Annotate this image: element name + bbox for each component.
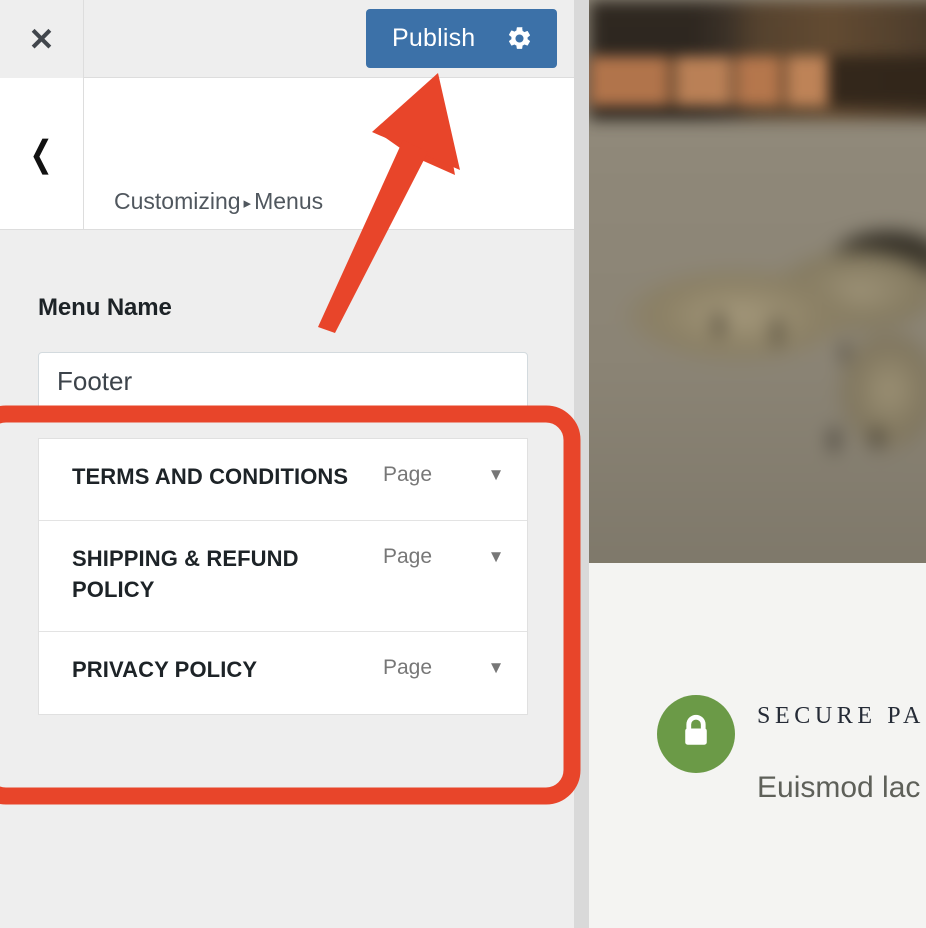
customizer-panel: ✕ Publish ❮ Customizing▸Menus Footer — [0, 0, 574, 928]
menu-item-row[interactable]: PRIVACY POLICY Page ▼ — [39, 632, 527, 714]
hero-photo-brick-row-blur — [589, 56, 926, 106]
back-button[interactable]: ❮ — [0, 78, 84, 229]
menu-item-row[interactable]: TERMS AND CONDITIONS Page ▼ — [39, 439, 527, 521]
menu-item-type: Page — [383, 545, 433, 568]
secure-payment-subtext: Euismod lac — [757, 771, 921, 804]
menu-name-input[interactable]: Footer — [38, 352, 528, 411]
menu-item-title: PRIVACY POLICY — [72, 657, 258, 683]
lock-icon — [677, 712, 715, 757]
customizer-body: Menu Name Footer TERMS AND CONDITIONS Pa… — [0, 231, 574, 928]
breadcrumb: Customizing ▸ Menus — [114, 188, 323, 215]
chevron-left-icon: ❮ — [29, 132, 54, 174]
site-preview: SECURE PA Euismod lac — [589, 0, 926, 928]
breadcrumb-separator-icon: ▸ — [243, 194, 252, 212]
menu-item-title: SHIPPING & REFUND POLICY — [72, 546, 299, 603]
customizer-topbar: ✕ Publish — [0, 0, 574, 78]
menu-name-label: Menu Name — [38, 294, 172, 321]
menu-item-row[interactable]: SHIPPING & REFUND POLICY Page ▼ — [39, 521, 527, 633]
publish-button[interactable]: Publish — [366, 9, 557, 68]
chevron-down-icon[interactable]: ▼ — [465, 654, 527, 676]
screen: ✕ Publish ❮ Customizing▸Menus Footer — [0, 0, 926, 928]
menu-item-type: Page — [383, 463, 433, 486]
preview-hero-photo — [589, 0, 926, 563]
menu-item-title: TERMS AND CONDITIONS — [72, 464, 349, 489]
menu-items-list: TERMS AND CONDITIONS Page ▼ SHIPPING & R… — [38, 438, 528, 716]
close-icon: ✕ — [28, 21, 55, 57]
close-customizer-button[interactable]: ✕ — [0, 0, 84, 78]
chevron-down-icon[interactable]: ▼ — [465, 543, 527, 565]
breadcrumb-current: Menus — [254, 188, 324, 214]
customizer-section-header: ❮ Customizing▸Menus Footer — [0, 78, 574, 271]
chevron-down-icon[interactable]: ▼ — [465, 461, 527, 483]
menu-item-type: Page — [383, 656, 433, 680]
breadcrumb-root: Customizing — [114, 188, 241, 214]
customizer-scrollbar[interactable] — [574, 0, 589, 928]
menu-name-value: Footer — [57, 366, 133, 396]
gear-icon[interactable] — [506, 25, 533, 52]
publish-button-label: Publish — [392, 24, 476, 52]
secure-payment-heading: SECURE PA — [757, 703, 925, 729]
preview-feature-section: SECURE PA Euismod lac — [589, 563, 926, 928]
secure-payment-badge — [657, 695, 735, 773]
